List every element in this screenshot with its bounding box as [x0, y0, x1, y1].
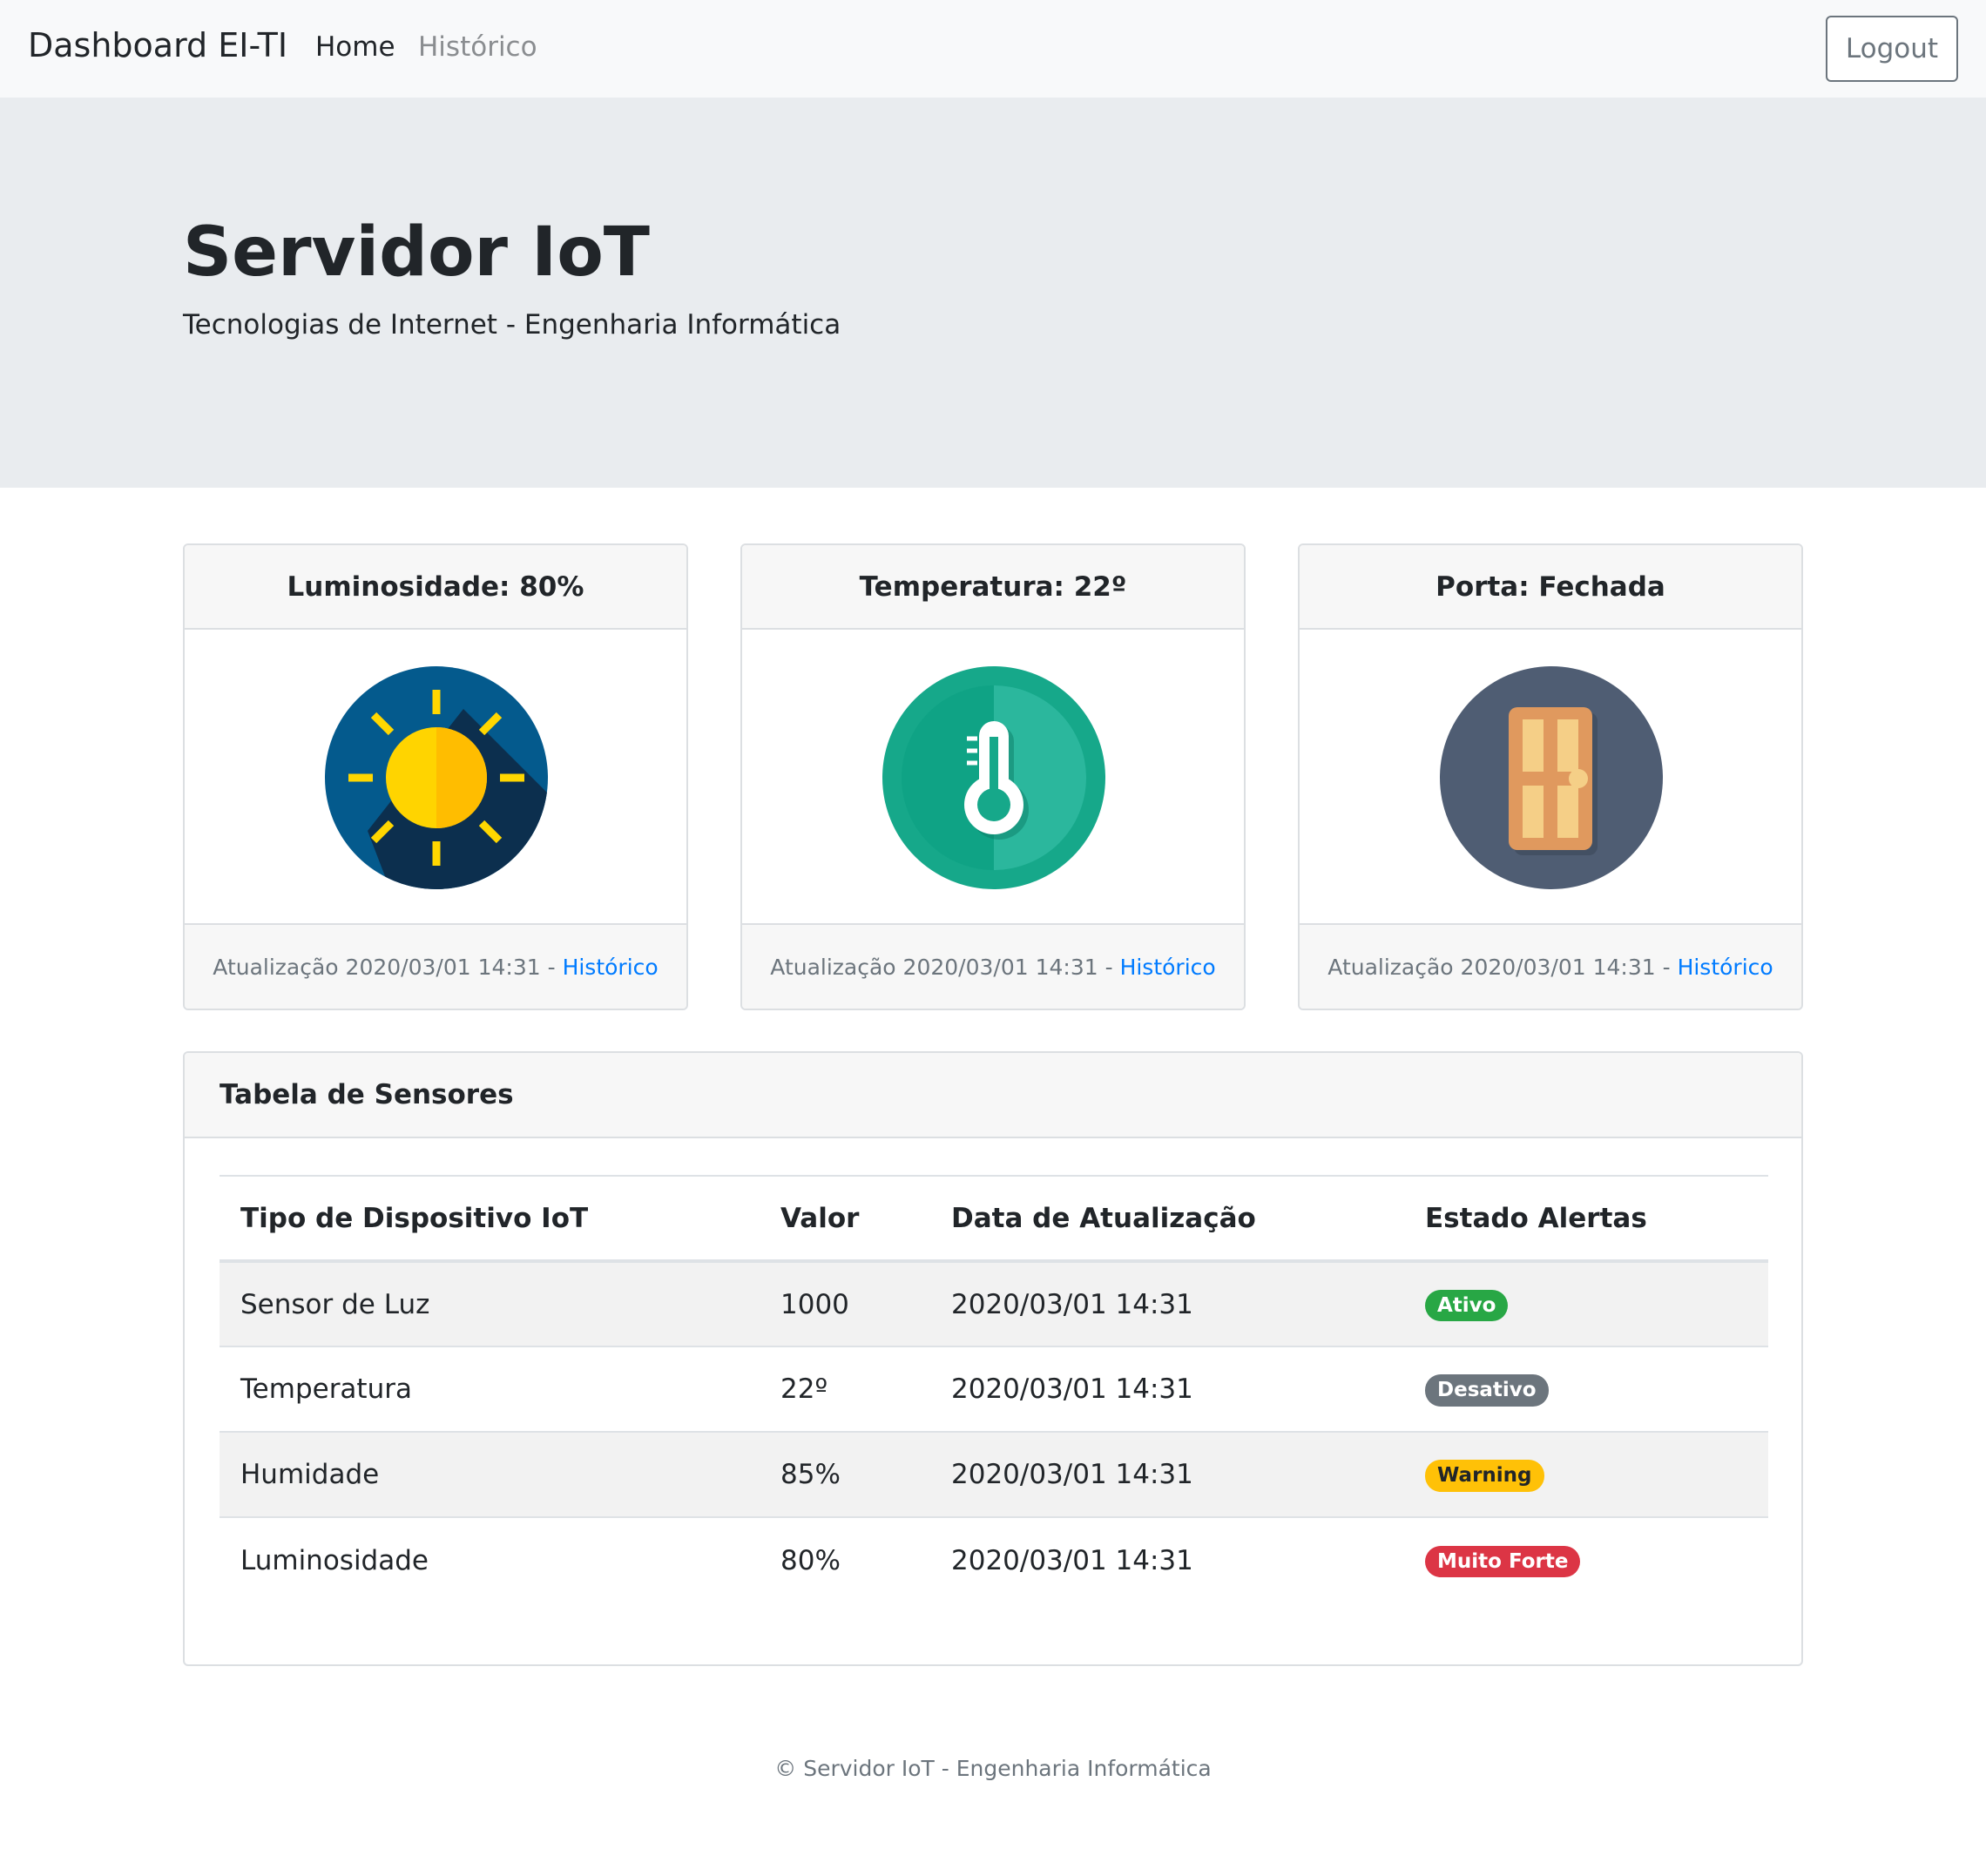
- card-footer: Atualização 2020/03/01 14:31 - Histórico: [185, 923, 686, 1009]
- navbar-brand[interactable]: Dashboard EI-TI: [28, 26, 287, 66]
- sensor-table: Tipo de Dispositivo IoT Valor Data de At…: [220, 1175, 1768, 1603]
- sensor-table-title: Tabela de Sensores: [185, 1053, 1801, 1138]
- status-badge: Warning: [1425, 1460, 1544, 1492]
- column-header-date: Data de Atualização: [930, 1175, 1404, 1263]
- status-badge: Desativo: [1425, 1374, 1549, 1407]
- status-badge: Ativo: [1425, 1289, 1509, 1322]
- historico-link[interactable]: Histórico: [1678, 955, 1773, 980]
- table-row: Luminosidade 80% 2020/03/01 14:31 Muito …: [220, 1516, 1768, 1603]
- cell-device: Luminosidade: [220, 1516, 760, 1603]
- cell-date: 2020/03/01 14:31: [930, 1516, 1404, 1603]
- sensor-table-card: Tabela de Sensores Tipo de Dispositivo I…: [183, 1051, 1803, 1666]
- update-text: Atualização 2020/03/01 14:31 -: [213, 954, 556, 980]
- card-luminosidade: Luminosidade: 80% Atualização 2020/03/01…: [183, 543, 688, 1010]
- navbar: Dashboard EI-TI Home Histórico Logout: [0, 0, 1986, 98]
- table-header-row: Tipo de Dispositivo IoT Valor Data de At…: [220, 1175, 1768, 1263]
- cell-date: 2020/03/01 14:31: [930, 1431, 1404, 1517]
- card-title: Porta: Fechada: [1300, 545, 1801, 630]
- cell-device: Temperatura: [220, 1346, 760, 1432]
- card-temperatura: Temperatura: 22º Atualização 2020/03/01 …: [740, 543, 1246, 1010]
- table-row: Temperatura 22º 2020/03/01 14:31 Desativ…: [220, 1346, 1768, 1432]
- card-footer: Atualização 2020/03/01 14:31 - Histórico: [742, 923, 1244, 1009]
- update-text: Atualização 2020/03/01 14:31 -: [1327, 954, 1671, 980]
- table-row: Sensor de Luz 1000 2020/03/01 14:31 Ativ…: [220, 1261, 1768, 1346]
- cell-device: Sensor de Luz: [220, 1261, 760, 1346]
- page-subtitle: Tecnologias de Internet - Engenharia Inf…: [183, 309, 841, 341]
- sun-icon: [325, 666, 548, 889]
- historico-link[interactable]: Histórico: [563, 955, 659, 980]
- thermometer-icon: [882, 666, 1105, 889]
- status-badge: Muito Forte: [1425, 1545, 1581, 1578]
- page-title: Servidor IoT: [183, 213, 650, 292]
- page-footer: © Servidor IoT - Engenharia Informática: [774, 1756, 1212, 1781]
- nav-link-historico[interactable]: Histórico: [418, 31, 537, 64]
- table-row: Humidade 85% 2020/03/01 14:31 Warning: [220, 1431, 1768, 1517]
- logout-button[interactable]: Logout: [1826, 16, 1958, 82]
- card-title: Temperatura: 22º: [742, 545, 1244, 630]
- cell-device: Humidade: [220, 1431, 760, 1517]
- cell-value: 22º: [760, 1346, 930, 1432]
- column-header-value: Valor: [760, 1175, 930, 1263]
- column-header-device: Tipo de Dispositivo IoT: [220, 1175, 760, 1263]
- column-header-status: Estado Alertas: [1404, 1175, 1768, 1263]
- nav-link-home[interactable]: Home: [315, 31, 395, 64]
- cell-value: 80%: [760, 1516, 930, 1603]
- jumbotron: Servidor IoT Tecnologias de Internet - E…: [0, 98, 1986, 488]
- cell-status: Muito Forte: [1404, 1516, 1768, 1603]
- card-footer: Atualização 2020/03/01 14:31 - Histórico: [1300, 923, 1801, 1009]
- cell-status: Ativo: [1404, 1261, 1768, 1346]
- cell-date: 2020/03/01 14:31: [930, 1346, 1404, 1432]
- card-title: Luminosidade: 80%: [185, 545, 686, 630]
- cell-value: 1000: [760, 1261, 930, 1346]
- cell-status: Desativo: [1404, 1346, 1768, 1432]
- door-icon: [1440, 666, 1663, 889]
- cell-status: Warning: [1404, 1431, 1768, 1517]
- cell-value: 85%: [760, 1431, 930, 1517]
- cell-date: 2020/03/01 14:31: [930, 1261, 1404, 1346]
- historico-link[interactable]: Histórico: [1120, 955, 1216, 980]
- card-porta: Porta: Fechada Atualização 2020/03/01 14…: [1298, 543, 1803, 1010]
- update-text: Atualização 2020/03/01 14:31 -: [770, 954, 1113, 980]
